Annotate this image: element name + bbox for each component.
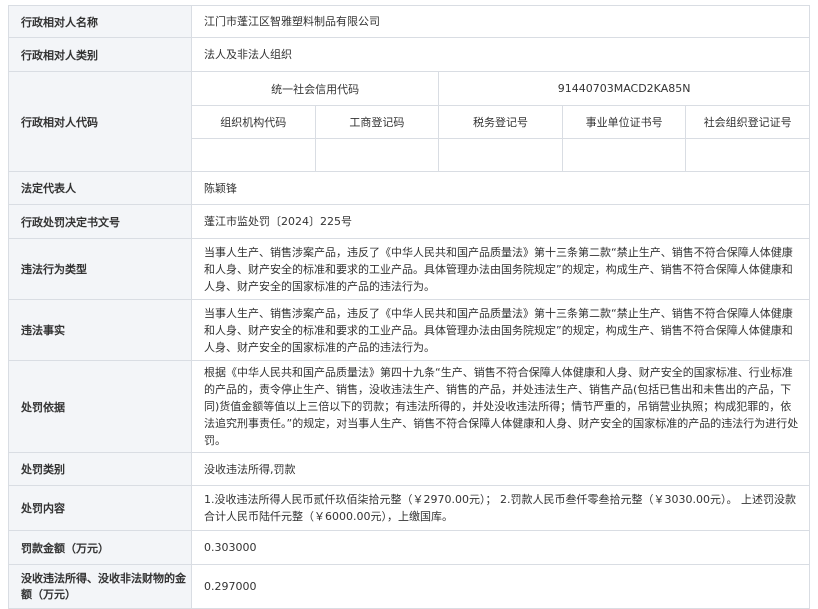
- org-code-value: [191, 138, 316, 172]
- table-row: 行政相对人代码 统一社会信用代码 91440703MACD2KA85N: [8, 71, 810, 172]
- table-row: 行政相对人类别 法人及非法人组织: [8, 37, 810, 72]
- credit-code-label: 统一社会信用代码: [190, 71, 440, 106]
- tax-reg-header: 税务登记号: [438, 105, 563, 139]
- penalty-info-table: 行政相对人名称 江门市蓬江区智雅塑料制品有限公司 行政相对人类别 法人及非法人组…: [8, 5, 810, 609]
- row-label: 行政相对人代码: [8, 71, 192, 172]
- row-label: 违法事实: [8, 299, 192, 361]
- row-label: 违法行为类型: [8, 238, 192, 300]
- institution-cert-header: 事业单位证书号: [561, 105, 687, 139]
- row-value: 0.297000: [191, 564, 810, 609]
- row-label: 处罚内容: [8, 485, 192, 531]
- row-value: 当事人生产、销售涉案产品，违反了《中华人民共和国产品质量法》第十三条第二款“禁止…: [191, 238, 810, 300]
- row-label: 行政处罚决定书文号: [8, 204, 192, 239]
- row-value: 陈颖锋: [191, 171, 810, 205]
- row-label: 行政相对人类别: [8, 37, 192, 72]
- tax-reg-value: [438, 138, 563, 172]
- row-value: 当事人生产、销售涉案产品，违反了《中华人民共和国产品质量法》第十三条第二款“禁止…: [191, 299, 810, 361]
- table-row: 违法事实 当事人生产、销售涉案产品，违反了《中华人民共和国产品质量法》第十三条第…: [8, 299, 810, 361]
- row-value: 根据《中华人民共和国产品质量法》第四十九条“生产、销售不符合保障人体健康和人身、…: [191, 360, 810, 453]
- row-value: 没收违法所得,罚款: [191, 452, 810, 486]
- org-code-header: 组织机构代码: [191, 105, 316, 139]
- social-org-header: 社会组织登记证号: [685, 105, 810, 139]
- business-reg-header: 工商登记码: [314, 105, 440, 139]
- table-row: 罚款金额（万元） 0.303000: [8, 530, 810, 565]
- row-label: 法定代表人: [8, 171, 192, 205]
- table-row: 处罚依据 根据《中华人民共和国产品质量法》第四十九条“生产、销售不符合保障人体健…: [8, 360, 810, 453]
- row-label: 没收违法所得、没收非法财物的金额（万元）: [8, 564, 192, 609]
- table-row: 法定代表人 陈颖锋: [8, 171, 810, 205]
- row-label: 处罚依据: [8, 360, 192, 453]
- table-row: 违法行为类型 当事人生产、销售涉案产品，违反了《中华人民共和国产品质量法》第十三…: [8, 238, 810, 300]
- row-label: 处罚类别: [8, 452, 192, 486]
- table-row: 处罚类别 没收违法所得,罚款: [8, 452, 810, 486]
- table-row: 行政相对人名称 江门市蓬江区智雅塑料制品有限公司: [8, 5, 810, 38]
- row-value: 江门市蓬江区智雅塑料制品有限公司: [191, 5, 810, 38]
- institution-cert-value: [561, 138, 687, 172]
- row-value: 0.303000: [191, 530, 810, 565]
- row-label: 罚款金额（万元）: [8, 530, 192, 565]
- social-org-value: [685, 138, 810, 172]
- row-value: 1.没收违法所得人民币贰仟玖佰柒拾元整（￥2970.00元）； 2.罚款人民币叁…: [191, 485, 810, 531]
- row-value: 法人及非法人组织: [191, 37, 810, 72]
- row-value: 蓬江市监处罚〔2024〕225号: [191, 204, 810, 239]
- credit-code-value: 91440703MACD2KA85N: [438, 71, 810, 106]
- table-row: 处罚内容 1.没收违法所得人民币贰仟玖佰柒拾元整（￥2970.00元）； 2.罚…: [8, 485, 810, 531]
- business-reg-value: [314, 138, 440, 172]
- table-row: 没收违法所得、没收非法财物的金额（万元） 0.297000: [8, 564, 810, 609]
- row-label: 行政相对人名称: [8, 5, 192, 38]
- table-row: 行政处罚决定书文号 蓬江市监处罚〔2024〕225号: [8, 204, 810, 239]
